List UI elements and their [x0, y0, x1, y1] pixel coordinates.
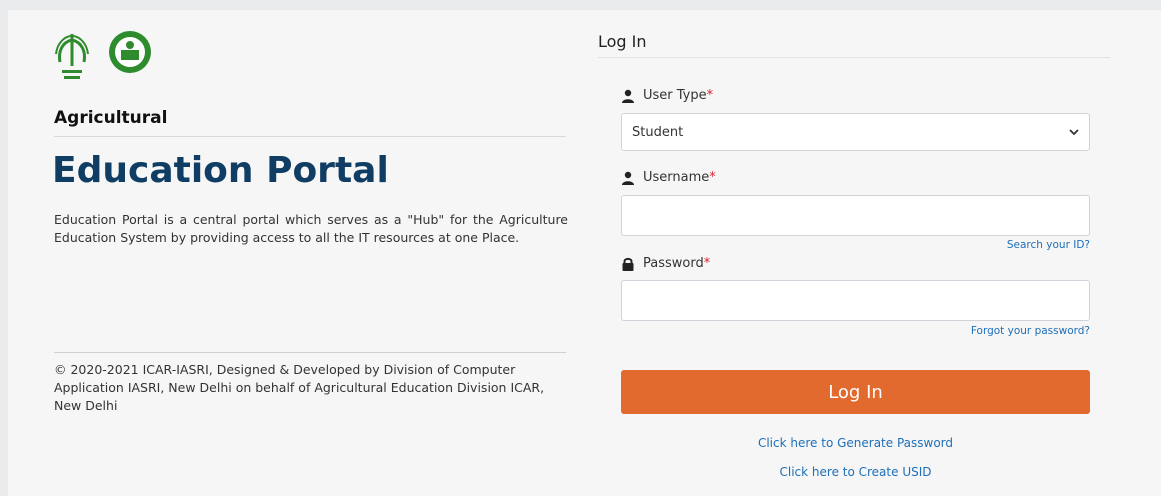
- footer-copyright: © 2020-2021 ICAR-IASRI, Designed & Devel…: [54, 352, 566, 415]
- search-id-link[interactable]: Search your ID?: [1007, 239, 1090, 251]
- user-icon: [622, 171, 634, 185]
- page-title: Education Portal: [52, 150, 389, 191]
- user-type-label: User Type*: [621, 88, 713, 103]
- education-seal-icon: [109, 31, 151, 73]
- generate-password-link[interactable]: Click here to Generate Password: [621, 436, 1090, 450]
- chevron-down-icon: [1069, 129, 1079, 136]
- icar-logo-icon: [55, 34, 89, 79]
- logo-bar: [52, 30, 152, 86]
- forgot-password-link[interactable]: Forgot your password?: [971, 325, 1090, 337]
- user-type-select[interactable]: Student: [621, 113, 1090, 151]
- password-input[interactable]: [621, 280, 1090, 321]
- lock-icon: [622, 257, 634, 271]
- login-button[interactable]: Log In: [621, 370, 1090, 414]
- password-label: Password*: [621, 256, 710, 271]
- create-usid-link[interactable]: Click here to Create USID: [621, 465, 1090, 479]
- login-card: Agricultural Education Portal Education …: [8, 10, 1161, 496]
- username-input[interactable]: [621, 195, 1090, 236]
- login-heading: Log In: [598, 32, 1110, 58]
- portal-description: Education Portal is a central portal whi…: [54, 212, 568, 245]
- user-type-value: Student: [632, 124, 684, 140]
- portal-kicker: Agricultural: [54, 108, 566, 137]
- user-icon: [622, 89, 634, 103]
- username-label: Username*: [621, 170, 716, 185]
